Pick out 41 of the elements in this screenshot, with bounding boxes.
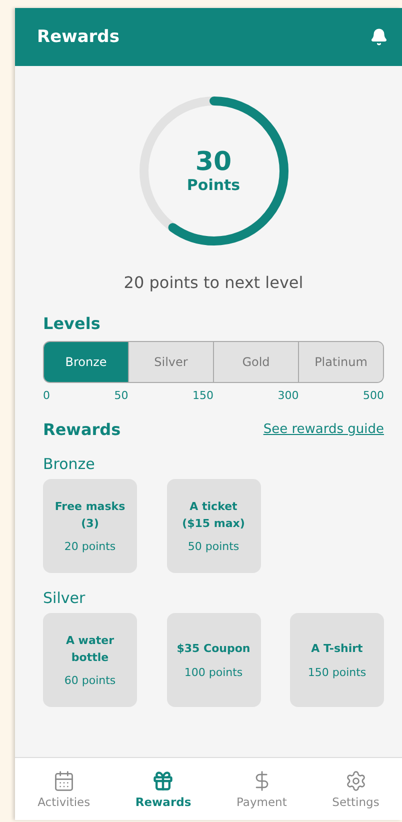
reward-title: A ticket ($15 max) xyxy=(181,499,246,532)
reward-card[interactable]: A T-shirt 150 points xyxy=(290,613,384,707)
rewards-heading: Rewards xyxy=(43,420,121,439)
reward-points: 150 points xyxy=(308,666,366,679)
level-tab[interactable]: Silver xyxy=(128,342,213,382)
level-threshold: 500 xyxy=(363,389,384,402)
nav-tab[interactable]: Payment xyxy=(232,770,291,808)
tier-heading: Bronze xyxy=(43,455,96,473)
reward-title: Free masks (3) xyxy=(54,499,126,532)
reward-points: 20 points xyxy=(64,540,116,553)
reward-points: 50 points xyxy=(188,540,240,553)
level-threshold: 150 xyxy=(192,389,214,402)
level-threshold: 50 xyxy=(114,389,128,402)
level-threshold: 300 xyxy=(278,389,299,402)
tier-heading: Silver xyxy=(43,589,86,607)
reward-title: A T-shirt xyxy=(311,641,363,658)
level-threshold: 0 xyxy=(43,389,50,402)
nav-tab[interactable]: Rewards xyxy=(131,770,196,808)
header-title: Rewards xyxy=(37,27,120,47)
reward-title: $35 Coupon xyxy=(176,641,250,658)
points-value: 30 xyxy=(195,148,232,176)
reward-card[interactable]: Free masks (3) 20 points xyxy=(43,479,137,573)
reward-points: 60 points xyxy=(64,674,116,687)
next-level-caption: 20 points to next level xyxy=(124,273,304,292)
gift-icon xyxy=(152,770,174,792)
nav-tab[interactable]: Settings xyxy=(328,770,384,808)
level-tab[interactable]: Gold xyxy=(213,342,298,382)
reward-card[interactable]: A ticket ($15 max) 50 points xyxy=(166,479,260,573)
notification-bell-icon[interactable] xyxy=(370,28,388,46)
settings-icon xyxy=(344,770,367,792)
reward-title: A water bottle xyxy=(64,633,116,666)
reward-card[interactable]: A water bottle 60 points xyxy=(43,613,137,707)
level-tab[interactable]: Platinum xyxy=(298,342,383,382)
calendar-icon xyxy=(52,770,75,792)
nav-tab[interactable]: Activities xyxy=(34,770,94,808)
points-label: Points xyxy=(186,176,240,194)
rewards-guide-link[interactable]: See rewards guide xyxy=(263,422,384,437)
reward-points: 100 points xyxy=(184,666,243,679)
reward-card[interactable]: $35 Coupon 100 points xyxy=(166,613,260,707)
levels-heading: Levels xyxy=(43,314,100,333)
level-tab[interactable]: Bronze xyxy=(44,342,128,382)
